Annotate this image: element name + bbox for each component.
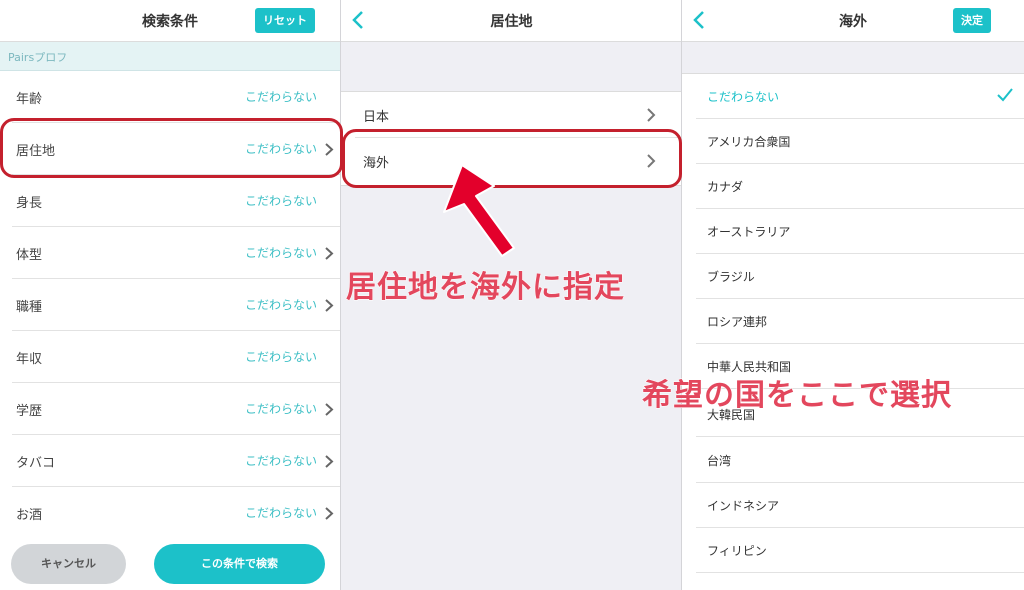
country-item[interactable]: ブラジル — [682, 254, 1024, 299]
row-value: こだわらない — [244, 454, 317, 468]
country-label: オーストラリア — [707, 225, 791, 239]
chevron-right-icon — [325, 403, 334, 416]
country-item[interactable]: オーストラリア — [682, 209, 1024, 254]
row-value: こだわらない — [244, 246, 317, 260]
row-alcohol[interactable]: お酒 こだわらない — [0, 487, 340, 539]
country-item[interactable]: 台湾 — [682, 438, 1024, 483]
row-divider — [696, 572, 1024, 573]
search-conditions-panel: 検索条件 リセット Pairsプロフ 年齢 こだわらない 居住地 こだわらない … — [0, 0, 340, 590]
annotation-text-residence: 居住地を海外に指定 — [346, 270, 625, 306]
row-label: 年齢 — [16, 92, 43, 107]
row-divider — [696, 436, 1024, 437]
panel-divider — [681, 0, 682, 590]
search-button[interactable]: この条件で検索 — [154, 544, 325, 584]
country-label: ロシア連邦 — [707, 315, 768, 329]
chevron-right-icon — [325, 247, 334, 260]
country-item[interactable]: インドネシア — [682, 483, 1024, 528]
section-header-label: Pairsプロフ — [8, 51, 68, 64]
country-list: こだわらない アメリカ合衆国 カナダ オーストラリア ブラジル ロシア連邦 中華… — [682, 73, 1024, 590]
row-value: こだわらない — [244, 350, 317, 364]
annotation-text-country: 希望の国をここで選択 — [642, 378, 952, 414]
chevron-right-icon — [325, 507, 334, 520]
row-value: こだわらない — [244, 506, 317, 520]
page-title: 居住地 — [490, 14, 533, 30]
row-label: タバコ — [16, 456, 56, 471]
chevron-right-icon — [325, 299, 334, 312]
row-label: 身長 — [16, 196, 43, 211]
country-item[interactable]: カナダ — [682, 164, 1024, 209]
row-label: 年収 — [16, 352, 43, 367]
row-occupation[interactable]: 職種 こだわらない — [0, 279, 340, 331]
row-height[interactable]: 身長 こだわらない — [0, 175, 340, 227]
row-tobacco[interactable]: タバコ こだわらない — [0, 435, 340, 487]
cancel-button[interactable]: キャンセル — [11, 544, 126, 584]
navbar: 海外 決定 — [682, 0, 1024, 42]
country-label: フィリピン — [707, 544, 767, 558]
chevron-right-icon — [647, 108, 656, 122]
checkmark-icon — [997, 88, 1013, 102]
row-label: お酒 — [16, 508, 43, 523]
country-label: カナダ — [707, 180, 744, 194]
country-item[interactable]: ロシア連邦 — [682, 299, 1024, 344]
overseas-panel: 海外 決定 こだわらない アメリカ合衆国 カナダ オーストラリア ブラジル ロシ… — [682, 0, 1024, 590]
reset-button[interactable]: リセット — [255, 8, 315, 33]
country-label: インドネシア — [707, 499, 780, 513]
row-age[interactable]: 年齢 こだわらない — [0, 71, 340, 123]
navbar: 検索条件 リセット — [0, 0, 340, 42]
row-value: こだわらない — [244, 194, 317, 208]
confirm-button[interactable]: 決定 — [953, 8, 991, 33]
row-value: こだわらない — [244, 402, 317, 416]
row-value: こだわらない — [244, 298, 317, 312]
row-label: 職種 — [16, 300, 43, 315]
row-body-type[interactable]: 体型 こだわらない — [0, 227, 340, 279]
country-item[interactable]: アメリカ合衆国 — [682, 119, 1024, 164]
country-item[interactable]: こだわらない — [682, 74, 1024, 119]
navbar: 居住地 — [341, 0, 682, 42]
country-label: こだわらない — [707, 90, 780, 104]
chevron-right-icon — [325, 455, 334, 468]
row-value: こだわらない — [244, 90, 317, 104]
row-education[interactable]: 学歴 こだわらない — [0, 383, 340, 435]
row-label: 日本 — [363, 110, 390, 125]
row-label: 体型 — [16, 248, 43, 263]
section-header: Pairsプロフ — [0, 42, 340, 71]
country-label: アメリカ合衆国 — [707, 135, 791, 149]
row-income[interactable]: 年収 こだわらない — [0, 331, 340, 383]
red-arrow-icon — [443, 164, 515, 257]
row-label: 学歴 — [16, 404, 43, 419]
country-label: 台湾 — [707, 454, 732, 468]
country-item[interactable]: フィリピン — [682, 528, 1024, 573]
highlight-residence-row — [0, 118, 343, 178]
country-label: ブラジル — [707, 270, 755, 284]
